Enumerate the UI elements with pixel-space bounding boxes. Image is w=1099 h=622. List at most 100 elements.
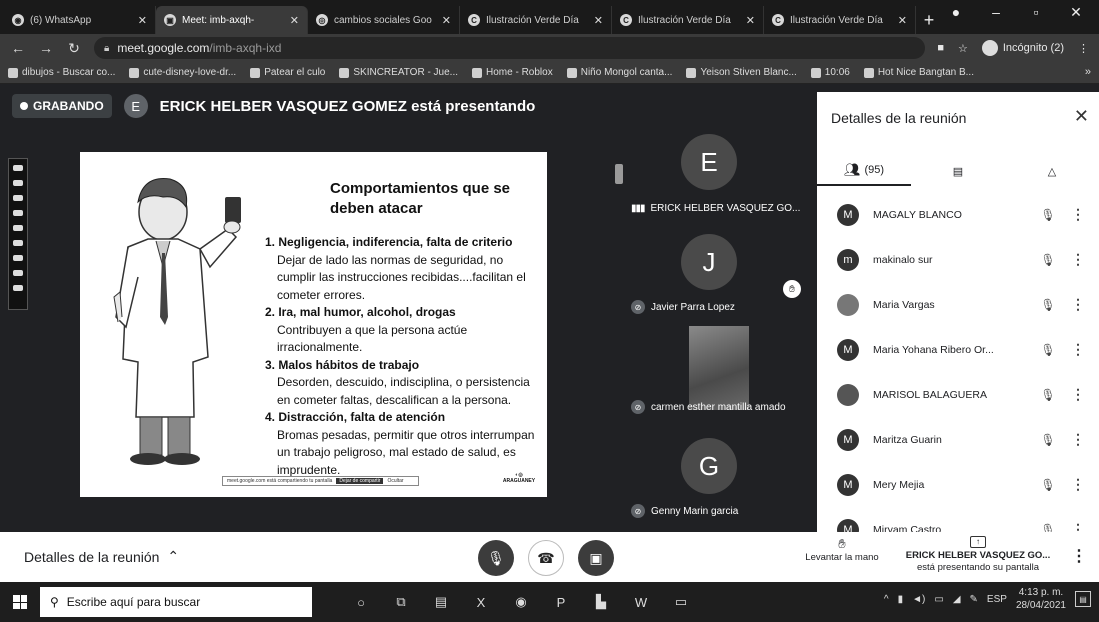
close-panel-button[interactable]: ✕: [1074, 106, 1089, 127]
cortana-icon[interactable]: ○: [352, 593, 370, 611]
reload-icon[interactable]: ↻: [66, 40, 82, 57]
more-options-icon[interactable]: ⋮: [1071, 206, 1085, 223]
excel-icon[interactable]: X: [472, 593, 490, 611]
tab-chat[interactable]: ▤: [911, 156, 1005, 186]
browser-tab-meet[interactable]: ▣ Meet: imb-axqh- ✕: [156, 6, 308, 34]
taskbar-search[interactable]: ⚲ Escribe aquí para buscar: [40, 587, 312, 617]
eraser-tool-icon[interactable]: [13, 195, 23, 201]
security-icon[interactable]: ▮: [898, 594, 904, 605]
browser-tab[interactable]: C Ilustración Verde Día ✕: [612, 6, 764, 34]
participant-tile[interactable]: G ⊘ Genny Marin garcia: [625, 430, 801, 526]
project-icon[interactable]: ▙: [592, 593, 610, 611]
close-icon[interactable]: ✕: [442, 14, 451, 27]
presenter-note: está presentando su pantalla: [916, 562, 1039, 573]
bookmark[interactable]: cute-disney-love-dr...: [129, 67, 236, 78]
meeting-details-button[interactable]: Detalles de la reunión ⌃: [24, 548, 179, 565]
volume-icon[interactable]: ◄): [912, 594, 925, 605]
address-bar[interactable]: 🔒︎ meet.google.com/imb-axqh-ixd: [94, 37, 926, 59]
bookmark[interactable]: Hot Nice Bangtan B...: [863, 67, 974, 78]
minimize-button[interactable]: –: [987, 4, 1005, 21]
more-options-icon[interactable]: ⋮: [1071, 521, 1085, 532]
tab-people[interactable]: 👥︎ (95): [817, 156, 911, 186]
list-item[interactable]: M Miryam Castro 🎙︎ ⋮: [817, 507, 1099, 532]
battery-icon[interactable]: ▭: [934, 594, 943, 605]
circle-tool-icon[interactable]: [13, 225, 23, 231]
bookmark[interactable]: Yeison Stiven Blanc...: [686, 67, 797, 78]
mic-toggle-button[interactable]: 🎙︎: [478, 540, 514, 576]
participant-tile[interactable]: ⊘ carmen esther mantilla amado: [625, 326, 801, 422]
more-options-icon[interactable]: ⋮: [1071, 341, 1085, 358]
bookmark[interactable]: Niño Mongol canta...: [566, 67, 672, 78]
recording-label: GRABANDO: [33, 99, 104, 113]
word-icon[interactable]: W: [632, 593, 650, 611]
pen-tool-icon[interactable]: [13, 165, 23, 171]
item-title: 1. Negligencia, indiferencia, falta de c…: [265, 235, 513, 249]
network-icon[interactable]: ◢: [953, 594, 961, 605]
tab-activities[interactable]: △: [1005, 156, 1099, 186]
powerpoint-icon[interactable]: P: [552, 593, 570, 611]
more-bookmarks-icon[interactable]: »: [1085, 66, 1091, 78]
bookmark[interactable]: Patear el culo: [250, 67, 325, 78]
list-item[interactable]: Maria Vargas 🎙︎ ⋮: [817, 282, 1099, 327]
browser-tab[interactable]: ◉ (6) WhatsApp ✕: [4, 6, 156, 34]
line-tool-icon[interactable]: [13, 240, 23, 246]
chevron-up-icon[interactable]: ^: [884, 594, 889, 605]
scrollbar[interactable]: [615, 164, 623, 184]
close-icon[interactable]: ✕: [746, 14, 755, 27]
pencil-tool-icon[interactable]: [13, 180, 23, 186]
close-icon[interactable]: ✕: [898, 14, 907, 27]
close-icon[interactable]: ✕: [594, 14, 603, 27]
more-options-icon[interactable]: ⋮: [1071, 386, 1085, 403]
notification-icon[interactable]: ▤: [1075, 591, 1091, 607]
close-tool-icon[interactable]: [13, 285, 23, 291]
bookmark[interactable]: SKINCREATOR - Jue...: [339, 67, 458, 78]
task-view-icon[interactable]: ⧉: [392, 593, 410, 611]
list-item[interactable]: M MAGALY BLANCO 🎙︎ ⋮: [817, 192, 1099, 237]
participant-tile[interactable]: J ✋︎ ⊘ Javier Parra Lopez: [625, 226, 801, 322]
participant-tile[interactable]: E ▮▮▮ ERICK HELBER VASQUEZ GO...: [625, 126, 801, 222]
bookmark[interactable]: dibujos - Buscar co...: [8, 67, 115, 78]
list-item[interactable]: M Mery Mejia 🎙︎ ⋮: [817, 462, 1099, 507]
raise-hand-button[interactable]: ✋︎ Levantar la mano: [796, 536, 888, 563]
presentation-status[interactable]: ↑ ERICK HELBER VASQUEZ GO... está presen…: [896, 536, 1060, 574]
stop-share-button[interactable]: Dejar de compartir: [336, 478, 384, 484]
pen-icon[interactable]: ✎: [970, 594, 978, 605]
camera-icon[interactable]: ■: [937, 42, 944, 54]
new-tab-button[interactable]: +: [916, 6, 942, 34]
bookmark[interactable]: 10:06: [810, 67, 850, 78]
more-options-icon[interactable]: ⋮: [1071, 251, 1085, 268]
browser-tab[interactable]: C Ilustración Verde Día ✕: [764, 6, 916, 34]
list-item[interactable]: MARISOL BALAGUERA 🎙︎ ⋮: [817, 372, 1099, 417]
camera-toggle-button[interactable]: ▣: [578, 540, 614, 576]
menu-icon[interactable]: ⋮: [1078, 42, 1089, 55]
browser-tab[interactable]: C Ilustración Verde Día ✕: [460, 6, 612, 34]
more-options-icon[interactable]: ⋮: [1071, 546, 1087, 566]
close-icon[interactable]: ✕: [290, 14, 299, 27]
text-tool-icon[interactable]: [13, 255, 23, 261]
clock[interactable]: 4:13 p. m. 28/04/2021: [1016, 586, 1066, 612]
start-button[interactable]: [0, 582, 40, 622]
photos-icon[interactable]: ▭: [672, 593, 690, 611]
more-options-icon[interactable]: ⋮: [1071, 431, 1085, 448]
marker-tool-icon[interactable]: [13, 210, 23, 216]
incognito-button[interactable]: Incógnito (2): [981, 40, 1064, 56]
leave-call-button[interactable]: ☎︎: [528, 540, 564, 576]
bookmark[interactable]: Home - Roblox: [472, 67, 553, 78]
close-window-button[interactable]: ✕: [1067, 4, 1085, 21]
language-indicator[interactable]: ESP: [987, 594, 1007, 605]
browser-tab[interactable]: ◎ cambios sociales Goo ✕: [308, 6, 460, 34]
more-options-icon[interactable]: ⋮: [1071, 296, 1085, 313]
more-options-icon[interactable]: ⋮: [1071, 476, 1085, 493]
file-explorer-icon[interactable]: ▤: [432, 593, 450, 611]
close-icon[interactable]: ✕: [138, 14, 147, 27]
list-item[interactable]: M Maria Yohana Ribero Or... 🎙︎ ⋮: [817, 327, 1099, 372]
chrome-icon[interactable]: ◉: [512, 593, 530, 611]
hide-button[interactable]: Ocultar: [387, 478, 403, 484]
maximize-button[interactable]: ▫: [1027, 4, 1045, 21]
forward-icon[interactable]: →: [38, 40, 54, 56]
star-icon[interactable]: ☆: [958, 42, 968, 55]
list-item[interactable]: M Maritza Guarin 🎙︎ ⋮: [817, 417, 1099, 462]
list-item[interactable]: m makinalo sur 🎙︎ ⋮: [817, 237, 1099, 282]
save-tool-icon[interactable]: [13, 270, 23, 276]
back-icon[interactable]: ←: [10, 40, 26, 56]
